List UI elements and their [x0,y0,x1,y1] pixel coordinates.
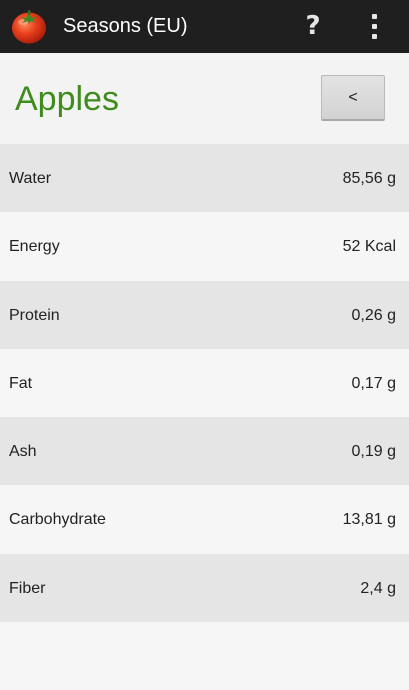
help-button[interactable]: ? [296,7,330,45]
nutrient-table: Water 85,56 g Energy 52 Kcal Protein 0,2… [0,144,409,690]
app-title: Seasons (EU) [63,15,188,37]
page-title: Apples [15,80,119,118]
nutrient-value: 2,4 g [360,579,396,597]
table-row: Carbohydrate 13,81 g [0,485,409,554]
page-header: Apples < [0,53,409,144]
nutrient-label: Water [9,170,52,187]
table-row: Energy 52 Kcal [0,212,409,281]
tomato-icon[interactable] [10,7,48,45]
nutrient-label: Energy [9,238,60,256]
nutrient-label: Ash [9,443,37,461]
table-row: Water 85,56 g [0,144,409,213]
table-row: Protein 0,26 g [0,280,409,349]
table-row: Fat 0,17 g [0,348,409,418]
table-row [0,622,409,690]
table-row: Ash 0,19 g [0,417,409,486]
nutrient-value: 0,19 g [351,443,396,461]
action-bar: Seasons (EU) ? [0,0,409,53]
overflow-menu-icon[interactable] [360,10,390,44]
nutrient-label: Fiber [9,579,46,597]
back-button[interactable]: < [321,75,385,121]
nutrient-value: 85,56 g [342,170,396,187]
nutrient-value: 0,17 g [351,374,396,392]
nutrient-label: Fat [9,374,33,392]
nutrient-value: 52 Kcal [342,238,396,256]
nutrient-label: Protein [9,306,60,324]
table-row: Fiber 2,4 g [0,553,409,623]
nutrient-value: 13,81 g [342,511,396,529]
nutrient-label: Carbohydrate [9,511,106,529]
nutrient-value: 0,26 g [351,306,396,324]
